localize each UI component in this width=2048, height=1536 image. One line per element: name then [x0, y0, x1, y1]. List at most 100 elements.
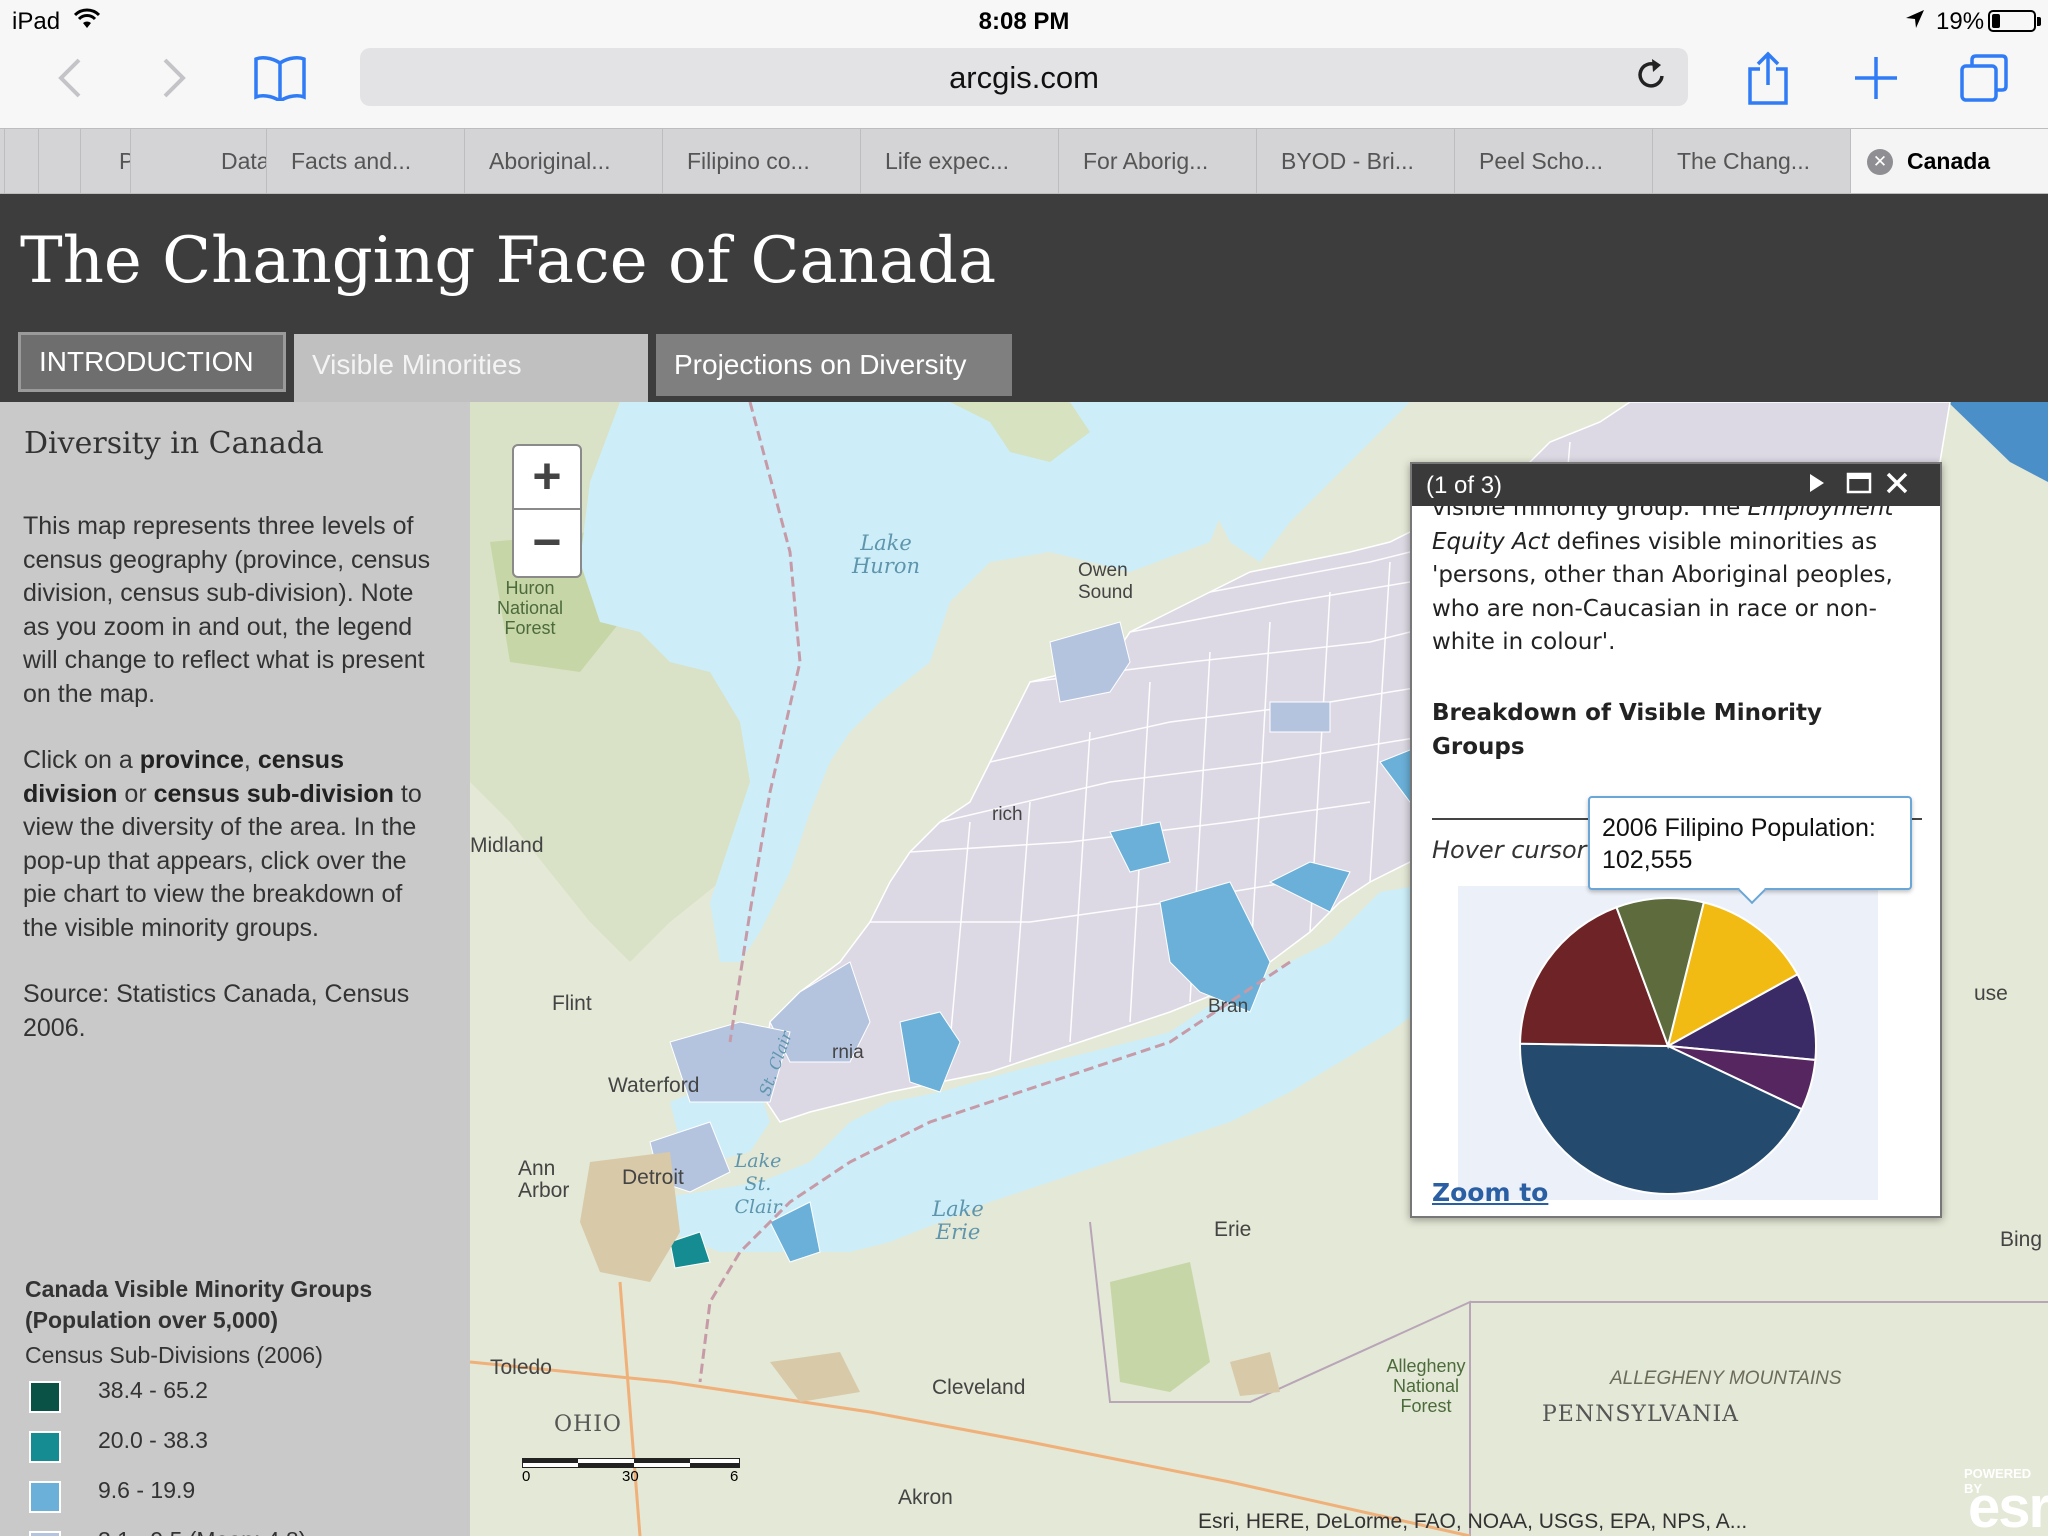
map-label-region: OHIO — [554, 1412, 622, 1437]
legend-swatch — [29, 1531, 61, 1536]
tab-collapsed[interactable] — [38, 129, 80, 193]
bold-term: census sub-division — [153, 779, 394, 808]
tab-item[interactable]: Data — [130, 129, 266, 193]
scale-label: 30 — [622, 1468, 639, 1485]
tab-label: Life expec... — [885, 148, 1010, 174]
map-label-water: Lake Erie — [932, 1197, 984, 1244]
legend-label: 3.1 - 9.5 (Mean: 4.8) — [98, 1527, 306, 1536]
forward-icon[interactable] — [146, 50, 202, 106]
back-icon[interactable] — [42, 50, 98, 106]
share-icon[interactable] — [1740, 50, 1796, 106]
map-label-city: Ann Arbor — [518, 1157, 570, 1202]
location-arrow-icon — [1904, 8, 1926, 37]
tab-item[interactable]: Aboriginal... — [464, 129, 662, 193]
zoom-to-link[interactable]: Zoom to — [1432, 1178, 1548, 1207]
zoom-control: + − — [512, 444, 582, 578]
map-legend: Canada Visible Minority Groups (Populati… — [25, 1274, 455, 1536]
tab-label: The Chang... — [1677, 148, 1810, 174]
clock: 8:08 PM — [978, 8, 1070, 35]
legend-label: 38.4 - 65.2 — [98, 1377, 208, 1403]
tab-label: BYOD - Bri... — [1281, 148, 1414, 174]
side-panel-description: This map represents three levels of cens… — [23, 510, 443, 1078]
side-panel-title: Diversity in Canada — [24, 426, 324, 461]
bold-term: province — [139, 746, 244, 774]
source-paragraph: Source: Statistics Canada, Census 2006. — [23, 980, 410, 1042]
battery-icon — [1988, 10, 2041, 32]
tabs-overview-icon[interactable] — [1956, 50, 2012, 106]
legend-swatch — [29, 1381, 61, 1413]
tab-item[interactable]: Life expec... — [860, 129, 1058, 193]
tab-label: Data — [221, 148, 266, 174]
info-popup: (1 of 3) visible minority group. The Emp… — [1410, 462, 1942, 1218]
map-label-city: Waterford — [608, 1074, 700, 1097]
tab-label: For Aborig... — [1083, 148, 1209, 174]
side-panel: Diversity in Canada This map represents … — [0, 402, 470, 1536]
status-bar: iPad 8:08 PM 19% — [0, 0, 2048, 42]
reload-icon[interactable] — [1634, 56, 1668, 101]
map-label-city: Akron — [898, 1486, 953, 1509]
text-span: , — [243, 746, 258, 774]
screen: { "status_bar": { "device": "iPad", "tim… — [0, 0, 2048, 1536]
browser-toolbar: arcgis.com — [0, 42, 2048, 128]
tab-item[interactable]: Peel Scho... — [1454, 129, 1652, 193]
legend-swatch — [29, 1431, 61, 1463]
map-label-park: Allegheny National Forest — [1386, 1356, 1466, 1416]
tab-item[interactable]: BYOD - Bri... — [1256, 129, 1454, 193]
tab-item[interactable]: The Chang... — [1652, 129, 1850, 193]
tab-visible-minorities[interactable]: Visible Minorities — [294, 334, 648, 402]
pie-chart[interactable] — [1458, 886, 1878, 1200]
zoom-in-button[interactable]: + — [514, 446, 580, 510]
tooltip-value: 102,555 — [1602, 846, 1693, 874]
tab-strip: Po Data Facts and... Aboriginal... Filip… — [0, 128, 2048, 194]
zoom-out-button[interactable]: − — [514, 512, 580, 576]
legend-item: 3.1 - 9.5 (Mean: 4.8) — [25, 1519, 455, 1536]
popup-description: visible minority group. The Employment E… — [1432, 506, 1932, 660]
map-label-city: Owen Sound — [1078, 560, 1133, 603]
esri-wordmark: esri — [1968, 1475, 2048, 1536]
breakdown-heading: Breakdown of Visible Minority Groups — [1432, 700, 1822, 760]
tab-item[interactable]: For Aborig... — [1058, 129, 1256, 193]
map-label-city: Flint — [552, 992, 592, 1015]
map-label-city: Toledo — [490, 1356, 552, 1379]
scale-bar: 0 30 6 — [522, 1458, 740, 1485]
tab-item[interactable]: Filipino co... — [662, 129, 860, 193]
map-attribution[interactable]: Esri, HERE, DeLorme, FAO, NOAA, USGS, EP… — [1198, 1510, 1747, 1534]
esri-logo[interactable]: POWERED BY esri — [1948, 1466, 2048, 1536]
text-span: or — [117, 779, 154, 808]
tab-item-active[interactable]: ✕ Canada — [1850, 129, 2048, 193]
map-label-city: Midland — [470, 834, 544, 857]
text-span: Click on a — [23, 746, 140, 774]
new-tab-icon[interactable] — [1848, 50, 1904, 106]
text-span: visible minority group. The — [1432, 506, 1748, 521]
map-view[interactable]: + − Lake Huron Lake Erie Lake St. Clair … — [470, 402, 2048, 1536]
map-label-city: rich — [992, 804, 1023, 825]
hover-hint: Hover cursor — [1432, 836, 1587, 864]
tab-introduction[interactable]: INTRODUCTION — [18, 332, 286, 392]
tab-collapsed[interactable] — [4, 129, 38, 193]
address-bar[interactable]: arcgis.com — [360, 48, 1688, 106]
map-label-water: Lake Huron — [851, 531, 921, 578]
bookmarks-icon[interactable] — [252, 50, 308, 106]
popup-feature-count: (1 of 3) — [1426, 472, 1503, 499]
close-tab-icon[interactable]: ✕ — [1867, 149, 1893, 175]
tab-label: Peel Scho... — [1479, 148, 1604, 174]
legend-label: 20.0 - 38.3 — [98, 1427, 208, 1453]
scale-label: 6 — [730, 1468, 739, 1485]
url-text: arcgis.com — [949, 60, 1099, 95]
intro-paragraph: This map represents three levels of cens… — [23, 512, 431, 708]
scale-label: 0 — [522, 1468, 531, 1485]
map-label-city: Bing — [2000, 1228, 2043, 1251]
tab-projections-on-diversity[interactable]: Projections on Diversity — [656, 334, 1012, 396]
tab-item[interactable]: Po — [80, 129, 130, 193]
tab-item[interactable]: Facts and... — [266, 129, 464, 193]
map-label-water: Lake St. Clair — [734, 1150, 782, 1218]
popup-header: (1 of 3) — [1412, 464, 1940, 506]
page-title: The Changing Face of Canada — [20, 224, 997, 298]
tab-label: Po — [119, 148, 130, 174]
tab-label: Canada — [1907, 148, 1991, 174]
map-label-city: Erie — [1214, 1218, 1252, 1241]
popup-content: visible minority group. The Employment E… — [1412, 506, 1940, 1218]
map-label-city: Bran — [1208, 996, 1249, 1017]
tab-label: Aboriginal... — [489, 148, 611, 174]
pie-chart-svg[interactable] — [1458, 886, 1878, 1200]
